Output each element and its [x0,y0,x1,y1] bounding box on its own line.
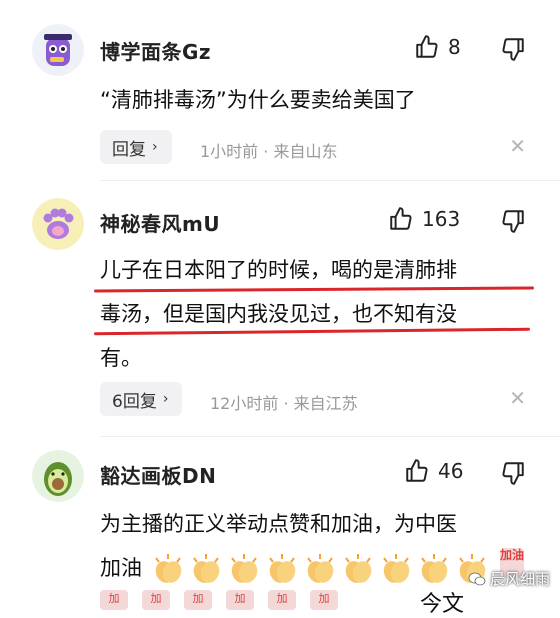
like-button[interactable]: 8 [414,34,461,60]
thumbs-up-icon [388,206,414,232]
clapping-hands-icon [269,554,296,583]
close-icon[interactable]: ✕ [509,134,526,158]
cheer-sticker: 加 [184,590,212,610]
clapping-hands-icon [231,554,258,583]
clapping-hands-icon [421,554,448,583]
clapping-hands-icon [155,554,182,583]
wechat-icon [468,572,486,585]
clapping-hands-icon [193,554,220,583]
like-button[interactable]: 46 [404,458,463,484]
comment-2: 神秘春风mU 163 儿子在日本阳了的时候，喝的是清肺排 毒汤，但是国内我没见过… [0,180,560,440]
thumbs-down-icon[interactable] [500,460,526,486]
reply-button[interactable]: 6回复 › [100,382,183,416]
clapping-hands-icon [383,554,410,583]
like-count: 46 [438,459,464,483]
cat-paw-avatar-icon [32,198,84,250]
cheer-sticker: 加 [226,590,254,610]
comment-text-line: 儿子在日本阳了的时候，喝的是清肺排 [100,258,457,282]
comment-1: 博学面条Gz 8 “清肺排毒汤”为什么要卖给美国了 回复 › 1小时前 · 来自… [0,0,560,180]
thumbs-up-icon [414,34,440,60]
like-button[interactable]: 163 [388,206,460,232]
avatar[interactable] [32,450,84,502]
cheer-sticker: 加 [310,590,338,610]
cheer-sticker: 加 [268,590,296,610]
clap-emoji-row [150,552,490,586]
reply-label: 6回复 [112,391,157,412]
chevron-right-icon: › [152,139,158,155]
watermark-text: 晨风细雨 [489,570,550,588]
username[interactable]: 豁达画板DN [100,460,216,489]
comment-meta: 1小时前 · 来自山东 [200,142,338,161]
close-icon[interactable]: ✕ [509,386,526,410]
cheer-sticker: 加 [100,590,128,610]
clapping-hands-icon [307,554,334,583]
comment-text-line: 为主播的正义举动点赞和加油，为中医 [100,512,457,536]
username[interactable]: 神秘春风mU [100,208,220,237]
avatar[interactable] [32,24,84,76]
purple-character-avatar-icon [32,24,84,76]
avocado-avatar-icon [32,450,84,502]
username[interactable]: 博学面条Gz [100,36,211,65]
thumbs-down-icon[interactable] [500,208,526,234]
comment-text: “清肺排毒汤”为什么要卖给美国了 [100,88,416,112]
thumbs-down-icon[interactable] [500,36,526,62]
thumbs-up-icon [404,458,430,484]
watermark: 晨风细雨 [468,568,550,589]
avatar[interactable] [32,198,84,250]
comment-text: 儿子在日本阳了的时候，喝的是清肺排 毒汤，但是国内我没见过，也不知有没 有。 [100,248,530,380]
partial-text: 今文 [420,592,465,617]
reply-button[interactable]: 回复 › [100,130,172,164]
clapping-hands-icon [345,554,372,583]
chevron-right-icon: › [162,391,169,407]
comment-meta: 12小时前 · 来自江苏 [210,394,358,413]
cheer-sticker-row: 加 加 加 加 加 加 [100,590,338,610]
like-count: 163 [422,207,461,231]
like-count: 8 [448,35,461,59]
cheer-sticker: 加 [142,590,170,610]
reply-label: 回复 [112,139,146,160]
comment-text-line: 有。 [100,346,142,370]
